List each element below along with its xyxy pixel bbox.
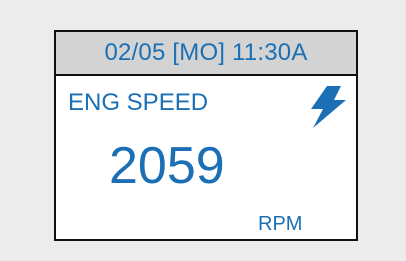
- unit-label: RPM: [258, 213, 303, 235]
- instrument-display: 02/05 [MO] 11:30A ENG SPEED 2059 RPM: [54, 30, 358, 241]
- engine-speed-value: 2059: [109, 137, 225, 195]
- lightning-bolt-icon: [301, 84, 349, 130]
- date-time-day: 02/05 [MO] 11:30A: [104, 39, 308, 66]
- parameter-label: ENG SPEED: [68, 89, 209, 116]
- status-header: 02/05 [MO] 11:30A: [56, 32, 356, 76]
